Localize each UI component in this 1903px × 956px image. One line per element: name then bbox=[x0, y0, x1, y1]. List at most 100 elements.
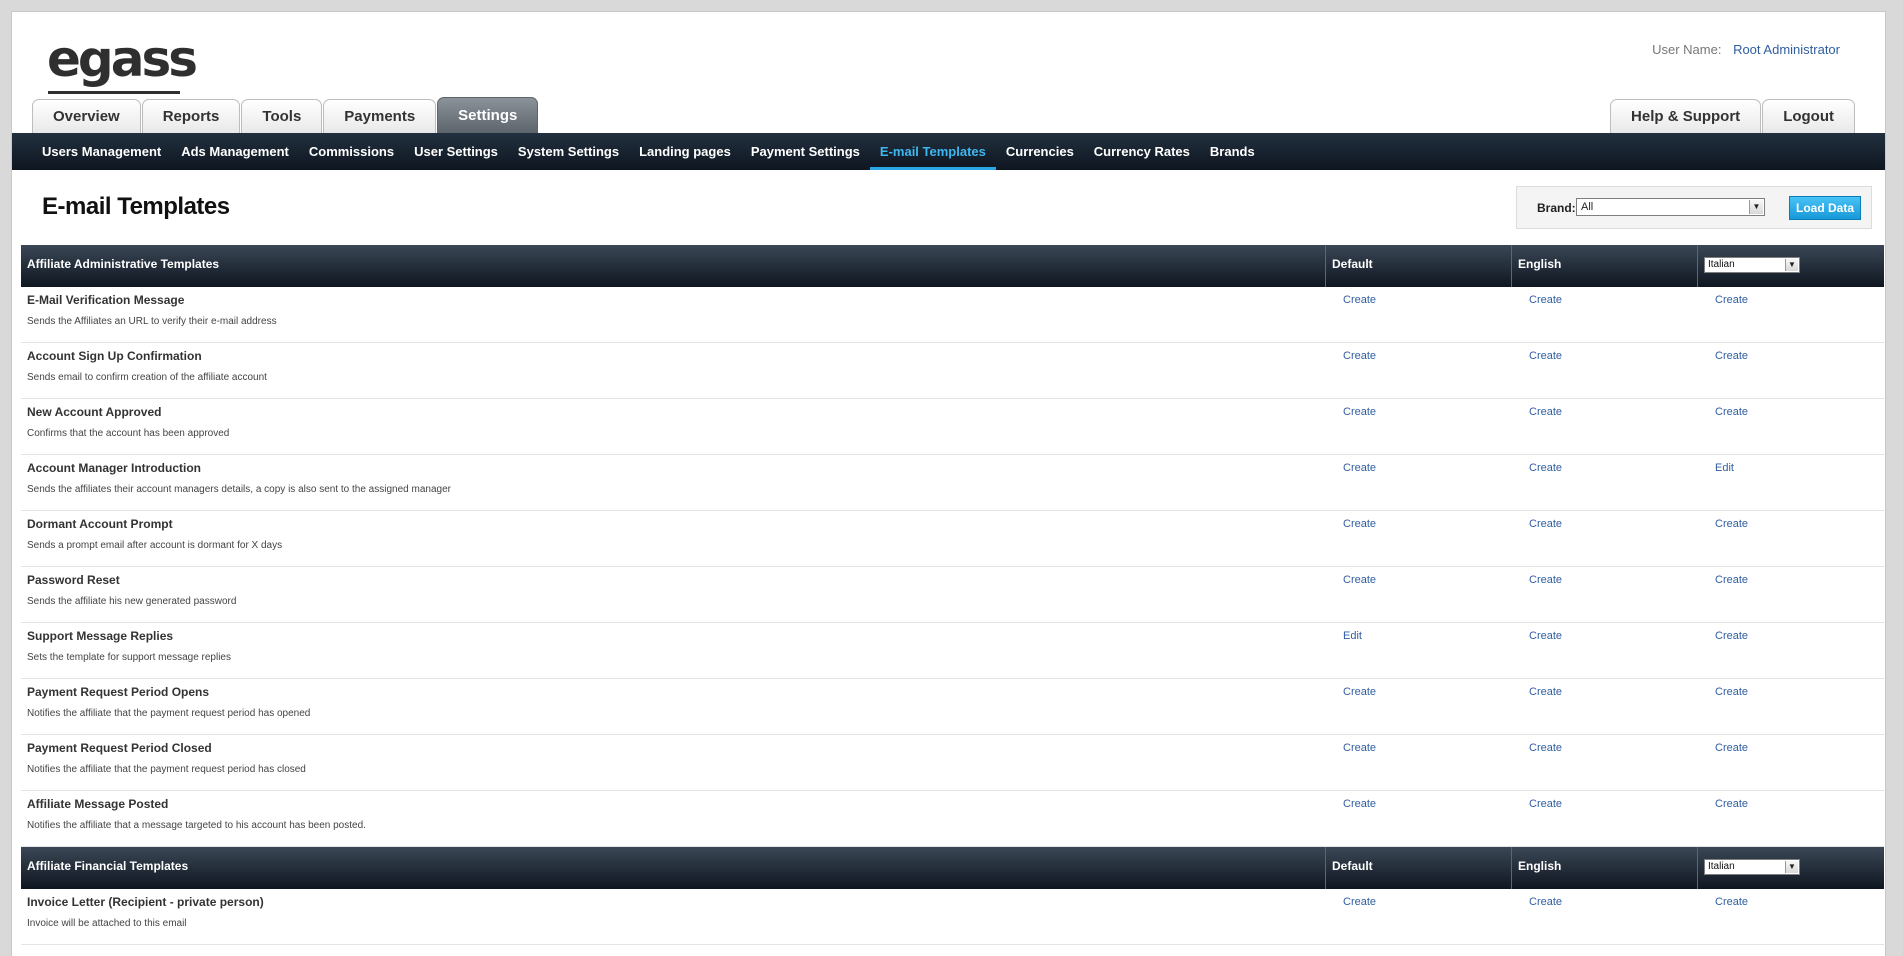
english-action-link[interactable]: Create bbox=[1529, 350, 1562, 362]
english-action-link[interactable]: Create bbox=[1529, 406, 1562, 418]
table-row: Payment Request Period Closed Notifies t… bbox=[21, 735, 1884, 791]
template-title: Affiliate Message Posted bbox=[27, 797, 169, 811]
template-description: Invoice will be attached to this email bbox=[27, 918, 187, 929]
subnav-currency-rates[interactable]: Currency Rates bbox=[1084, 133, 1200, 170]
subnav-system-settings[interactable]: System Settings bbox=[508, 133, 629, 170]
tab-help-support[interactable]: Help & Support bbox=[1610, 99, 1762, 133]
template-description: Notifies the affiliate that a message ta… bbox=[27, 820, 366, 831]
template-description: Sends email to confirm creation of the a… bbox=[27, 372, 267, 383]
section-title: Affiliate Administrative Templates bbox=[21, 245, 1326, 287]
subnav-brands[interactable]: Brands bbox=[1200, 133, 1265, 170]
tab-payments[interactable]: Payments bbox=[323, 99, 437, 133]
default-action-link[interactable]: Create bbox=[1343, 406, 1376, 418]
table-row: E-Mail Verification Message Sends the Af… bbox=[21, 287, 1884, 343]
language-action-link[interactable]: Edit bbox=[1715, 462, 1734, 474]
template-title: Account Sign Up Confirmation bbox=[27, 349, 202, 363]
default-action-link[interactable]: Create bbox=[1343, 574, 1376, 586]
english-action-link[interactable]: Create bbox=[1529, 574, 1562, 586]
subnav-commissions[interactable]: Commissions bbox=[299, 133, 404, 170]
chevron-down-icon[interactable]: ▼ bbox=[1749, 200, 1763, 214]
col-default: Default bbox=[1326, 847, 1512, 889]
user-name-label: User Name: bbox=[1652, 42, 1722, 57]
tab-overview[interactable]: Overview bbox=[32, 99, 141, 133]
default-action-link[interactable]: Edit bbox=[1343, 630, 1362, 642]
admin-templates-table: Affiliate Administrative Templates Defau… bbox=[21, 245, 1884, 847]
english-action-link[interactable]: Create bbox=[1529, 798, 1562, 810]
subnav-payment-settings[interactable]: Payment Settings bbox=[741, 133, 870, 170]
template-title: Invoice Letter (Recipient - private pers… bbox=[27, 895, 264, 909]
table-row: Affiliate Message Posted Notifies the af… bbox=[21, 791, 1884, 847]
chevron-down-icon[interactable]: ▼ bbox=[1785, 861, 1798, 873]
language-select[interactable]: Italian ▼ bbox=[1704, 257, 1800, 273]
user-info: User Name: Root Administrator bbox=[1652, 42, 1840, 57]
template-description: Notifies the affiliate that the payment … bbox=[27, 764, 306, 775]
logo[interactable]: egass bbox=[47, 34, 198, 84]
default-action-link[interactable]: Create bbox=[1343, 742, 1376, 754]
col-default: Default bbox=[1326, 245, 1512, 287]
default-action-link[interactable]: Create bbox=[1343, 518, 1376, 530]
default-action-link[interactable]: Create bbox=[1343, 686, 1376, 698]
template-description: Confirms that the account has been appro… bbox=[27, 428, 230, 439]
subnav-landing-pages[interactable]: Landing pages bbox=[629, 133, 741, 170]
language-action-link[interactable]: Create bbox=[1715, 798, 1748, 810]
template-description: Notifies the affiliate that the payment … bbox=[27, 708, 311, 719]
default-action-link[interactable]: Create bbox=[1343, 462, 1376, 474]
app-frame: egass User Name: Root Administrator Over… bbox=[11, 11, 1886, 956]
template-description: Sends the affiliates their account manag… bbox=[27, 484, 451, 495]
english-action-link[interactable]: Create bbox=[1529, 294, 1562, 306]
language-action-link[interactable]: Create bbox=[1715, 896, 1748, 908]
table-row: Dormant Account Prompt Sends a prompt em… bbox=[21, 511, 1884, 567]
table-header: Affiliate Financial Templates Default En… bbox=[21, 847, 1884, 889]
template-title: Dormant Account Prompt bbox=[27, 517, 173, 531]
english-action-link[interactable]: Create bbox=[1529, 518, 1562, 530]
tab-logout[interactable]: Logout bbox=[1762, 99, 1855, 133]
subnav-currencies[interactable]: Currencies bbox=[996, 133, 1084, 170]
brand-label: Brand: bbox=[1537, 201, 1576, 215]
language-action-link[interactable]: Create bbox=[1715, 406, 1748, 418]
english-action-link[interactable]: Create bbox=[1529, 630, 1562, 642]
tab-reports[interactable]: Reports bbox=[141, 99, 241, 133]
load-data-button[interactable]: Load Data bbox=[1789, 196, 1861, 220]
template-title: Payment Request Period Closed bbox=[27, 741, 212, 755]
settings-subnav: Users Management Ads Management Commissi… bbox=[12, 133, 1885, 170]
language-action-link[interactable]: Create bbox=[1715, 686, 1748, 698]
subnav-ads-management[interactable]: Ads Management bbox=[171, 133, 299, 170]
user-name-link[interactable]: Root Administrator bbox=[1733, 42, 1840, 57]
language-select-value: Italian bbox=[1708, 259, 1735, 270]
template-description: Sends the affiliate his new generated pa… bbox=[27, 596, 237, 607]
english-action-link[interactable]: Create bbox=[1529, 686, 1562, 698]
default-action-link[interactable]: Create bbox=[1343, 350, 1376, 362]
brand-select[interactable]: All ▼ bbox=[1576, 198, 1765, 216]
default-action-link[interactable]: Create bbox=[1343, 896, 1376, 908]
english-action-link[interactable]: Create bbox=[1529, 462, 1562, 474]
table-row: Account Manager Introduction Sends the a… bbox=[21, 455, 1884, 511]
right-tabs: Help & Support Logout bbox=[1610, 99, 1856, 133]
tab-settings[interactable]: Settings bbox=[437, 97, 539, 133]
template-title: Support Message Replies bbox=[27, 629, 174, 643]
col-language: Italian ▼ bbox=[1698, 245, 1884, 287]
english-action-link[interactable]: Create bbox=[1529, 896, 1562, 908]
template-title: Account Manager Introduction bbox=[27, 461, 201, 475]
language-action-link[interactable]: Create bbox=[1715, 574, 1748, 586]
chevron-down-icon[interactable]: ▼ bbox=[1785, 259, 1798, 271]
language-action-link[interactable]: Create bbox=[1715, 742, 1748, 754]
col-english: English bbox=[1512, 847, 1698, 889]
default-action-link[interactable]: Create bbox=[1343, 798, 1376, 810]
language-action-link[interactable]: Create bbox=[1715, 294, 1748, 306]
tab-tools[interactable]: Tools bbox=[241, 99, 323, 133]
subnav-users-management[interactable]: Users Management bbox=[32, 133, 171, 170]
language-action-link[interactable]: Create bbox=[1715, 518, 1748, 530]
table-row: Password Reset Sends the affiliate his n… bbox=[21, 567, 1884, 623]
english-action-link[interactable]: Create bbox=[1529, 742, 1562, 754]
language-select[interactable]: Italian ▼ bbox=[1704, 859, 1800, 875]
template-description: Sets the template for support message re… bbox=[27, 652, 231, 663]
language-action-link[interactable]: Create bbox=[1715, 630, 1748, 642]
subnav-email-templates[interactable]: E-mail Templates bbox=[869, 133, 996, 170]
language-action-link[interactable]: Create bbox=[1715, 350, 1748, 362]
subnav-user-settings[interactable]: User Settings bbox=[404, 133, 508, 170]
table-row: New Account Approved Confirms that the a… bbox=[21, 399, 1884, 455]
table-row: Payment Request Period Opens Notifies th… bbox=[21, 679, 1884, 735]
brand-filter: Brand: All ▼ Load Data bbox=[1516, 186, 1872, 229]
default-action-link[interactable]: Create bbox=[1343, 294, 1376, 306]
template-title: E-Mail Verification Message bbox=[27, 293, 185, 307]
